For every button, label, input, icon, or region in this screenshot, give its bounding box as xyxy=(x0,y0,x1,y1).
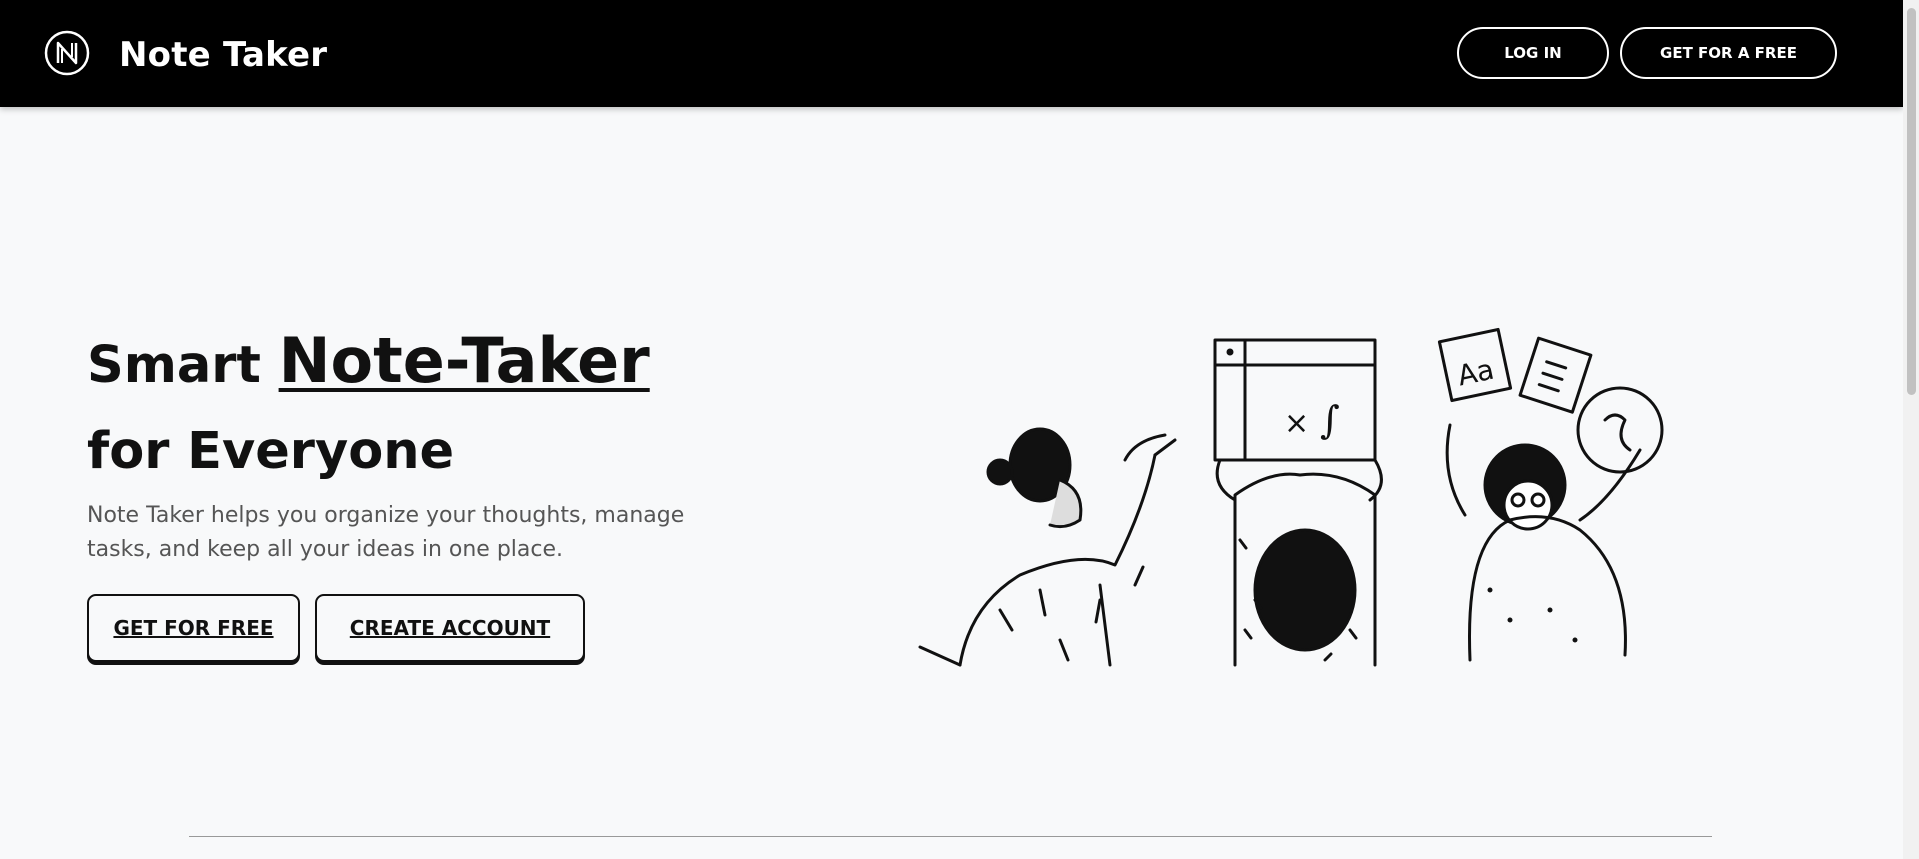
login-button[interactable]: LOG IN xyxy=(1457,27,1609,79)
board-symbol-times: × xyxy=(1284,406,1309,441)
logo-icon xyxy=(44,30,90,76)
brand[interactable]: Note Taker xyxy=(43,30,327,76)
hero-description: Note Taker helps you organize your thoug… xyxy=(87,503,685,562)
card-text-aa: Aa xyxy=(1455,353,1497,393)
hero-title: Smart Note-Taker for Everyone xyxy=(87,318,650,495)
hero-title-line2: for Everyone xyxy=(87,422,455,481)
page-scrollbar[interactable] xyxy=(1903,0,1919,859)
get-for-free-button[interactable]: GET FOR FREE xyxy=(87,594,300,662)
person-middle-figure xyxy=(1213,338,1383,667)
hero-title-highlight: Note-Taker xyxy=(278,324,650,397)
create-account-button[interactable]: CREATE ACCOUNT xyxy=(315,594,585,662)
hero-illustration: × ∫ Aa xyxy=(918,327,1664,667)
brand-name: Note Taker xyxy=(119,35,328,75)
top-navbar: Note Taker LOG IN GET FOR A FREE xyxy=(0,0,1903,107)
section-divider xyxy=(189,836,1712,837)
get-free-button[interactable]: GET FOR A FREE xyxy=(1620,27,1837,79)
board-symbol-integral: ∫ xyxy=(1320,398,1340,442)
person-left-figure xyxy=(918,427,1177,667)
hero-title-prefix: Smart xyxy=(87,336,261,395)
scrollbar-thumb[interactable] xyxy=(1907,8,1916,395)
